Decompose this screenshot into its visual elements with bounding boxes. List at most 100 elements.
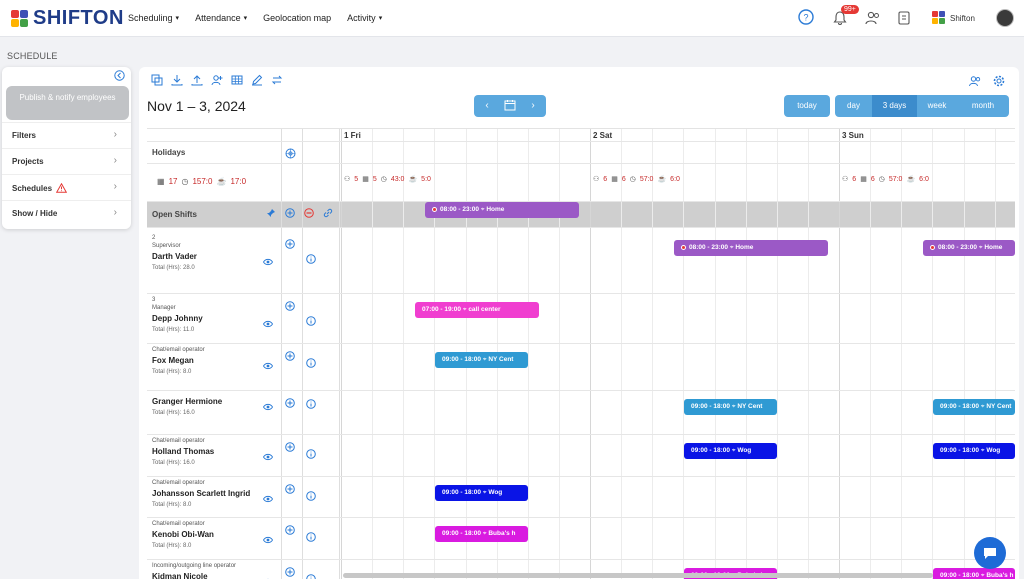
horizontal-scrollbar[interactable] [343,573,933,578]
info-icon[interactable] [306,396,316,409]
clipboard-icon[interactable] [898,10,910,25]
nav-scheduling[interactable]: Scheduling ▾ [128,13,179,23]
employee-total: Total (Hrs): 16.0 [152,410,195,416]
add-shift-icon[interactable] [285,236,295,249]
employee-role: Incoming/outgoing line operator [152,563,237,569]
collapse-panel-icon[interactable] [114,70,125,81]
add-user-icon[interactable] [211,74,223,86]
copy-icon[interactable] [151,74,163,86]
table-icon[interactable] [231,74,243,86]
view-week-button[interactable]: week [917,95,957,117]
chevron-right-icon: › [113,155,117,166]
eye-icon[interactable] [262,490,274,503]
employee-row: Chat/email operator Holland Thomas Total (… [147,434,1015,476]
shift-location: Wog [986,447,1001,454]
avatar[interactable] [996,9,1014,27]
day-people: 6 [852,175,857,183]
shift-block[interactable]: 09:00 - 18:00 ⌖ NY Cent [684,399,777,415]
shift-block[interactable]: 09:00 - 18:00 ⌖ NY Cent [435,352,528,368]
add-shift-icon[interactable] [285,298,295,311]
add-shift-icon[interactable] [285,395,295,408]
nav-activity[interactable]: Activity ▾ [347,13,382,23]
info-icon[interactable] [306,251,316,264]
prev-button[interactable]: ‹ [474,95,500,117]
shift-block[interactable]: 08:00 - 23:00 ⌖ Home [425,202,579,218]
day-header: 3 Sun [842,131,864,140]
add-shift-icon[interactable] [285,522,295,535]
add-shift-icon[interactable] [285,564,295,577]
chat-button[interactable] [974,537,1006,569]
calendar-icon: ▦ [157,177,165,186]
employee-name[interactable]: Kidman Nicole [152,572,208,579]
today-button[interactable]: today [784,95,830,117]
add-shift-icon[interactable] [285,439,295,452]
edit-icon[interactable] [251,74,263,86]
holidays-icon[interactable] [285,146,296,164]
info-icon[interactable] [306,313,316,326]
sidebar-item-label: Schedules [12,184,53,194]
employee-name[interactable]: Kenobi Obi-Wan [152,530,214,539]
employees-icon[interactable] [969,75,981,87]
calendar-button[interactable] [500,95,520,117]
info-icon[interactable] [306,355,316,368]
view-day-button[interactable]: day [835,95,872,117]
sidebar-item-filters[interactable]: Filters › [2,122,131,148]
help-icon[interactable]: ? [798,9,814,25]
publish-button[interactable]: Publish & notify employees [6,86,129,120]
add-shift-icon[interactable] [285,481,295,494]
upload-icon[interactable] [191,74,203,86]
shift-block[interactable]: 09:00 - 18:00 ⌖ Buba's h [435,526,528,542]
shift-block[interactable]: 09:00 - 18:00 ⌖ Wog [435,485,528,501]
info-icon[interactable] [306,446,316,459]
sidebar-item-show-hide[interactable]: Show / Hide › [2,200,131,226]
shift-block[interactable]: 09:00 - 18:00 ⌖ NY Cent [933,399,1015,415]
add-open-shift-icon[interactable] [285,208,295,218]
nav-attendance[interactable]: Attendance ▾ [195,13,247,23]
eye-icon[interactable] [263,573,273,579]
calendar-icon: ▦ [611,176,618,183]
info-icon[interactable] [306,488,316,501]
view-3-days-button[interactable]: 3 days [872,95,917,117]
settings-gear-icon[interactable] [993,75,1005,87]
users-icon[interactable] [865,11,881,25]
shift-block[interactable]: 09:00 - 18:00 ⌖ Wog [684,443,777,459]
remove-open-shift-icon[interactable] [304,208,314,218]
nav-geolocation-map[interactable]: Geolocation map [263,13,331,23]
link-icon[interactable] [323,208,333,218]
shift-block[interactable]: 09:00 - 18:00 ⌖ Buba's h [933,568,1015,579]
shift-block[interactable]: 08:00 - 23:00 ⌖ Home [923,240,1015,256]
employee-name[interactable]: Depp Johnny [152,314,203,323]
pin-icon[interactable] [266,208,276,218]
employee-name[interactable]: Johansson Scarlett Ingrid [152,489,250,498]
sidebar-item-schedules[interactable]: Schedules › [2,174,131,200]
info-icon[interactable] [306,571,316,579]
eye-icon[interactable] [262,315,274,328]
next-button[interactable]: › [520,95,546,117]
view-month-button[interactable]: month [957,95,1009,117]
add-shift-icon[interactable] [285,348,295,361]
eye-icon[interactable] [262,448,274,461]
clock-icon: ◷ [380,176,387,183]
eye-icon[interactable] [262,253,274,266]
shift-block[interactable]: 09:00 - 18:00 ⌖ Wog [933,443,1015,459]
company-name[interactable]: Shifton [950,14,975,23]
employee-name[interactable]: Holland Thomas [152,447,214,456]
eye-icon[interactable] [262,357,274,370]
nav-label: Geolocation map [263,13,332,23]
eye-icon[interactable] [262,531,274,544]
swap-icon[interactable] [271,74,283,86]
logo[interactable]: SHIFTON [11,7,124,30]
info-icon[interactable] [306,529,316,542]
total-label: Total (Hrs): [152,327,182,333]
employee-name[interactable]: Darth Vader [152,252,197,261]
total-hours: 16.0 [183,460,195,466]
sidebar-item-projects[interactable]: Projects › [2,148,131,174]
shift-block[interactable]: 07:00 - 19:00 ⌖ call center [415,302,539,318]
shift-block[interactable]: 08:00 - 23:00 ⌖ Home [674,240,828,256]
employee-name[interactable]: Granger Hermione [152,397,222,406]
shift-time: 09:00 - 18:00 [940,447,980,454]
employee-name[interactable]: Fox Megan [152,356,194,365]
eye-icon[interactable] [262,398,274,411]
coffee-icon: ☕ [906,176,916,183]
download-icon[interactable] [171,74,183,86]
